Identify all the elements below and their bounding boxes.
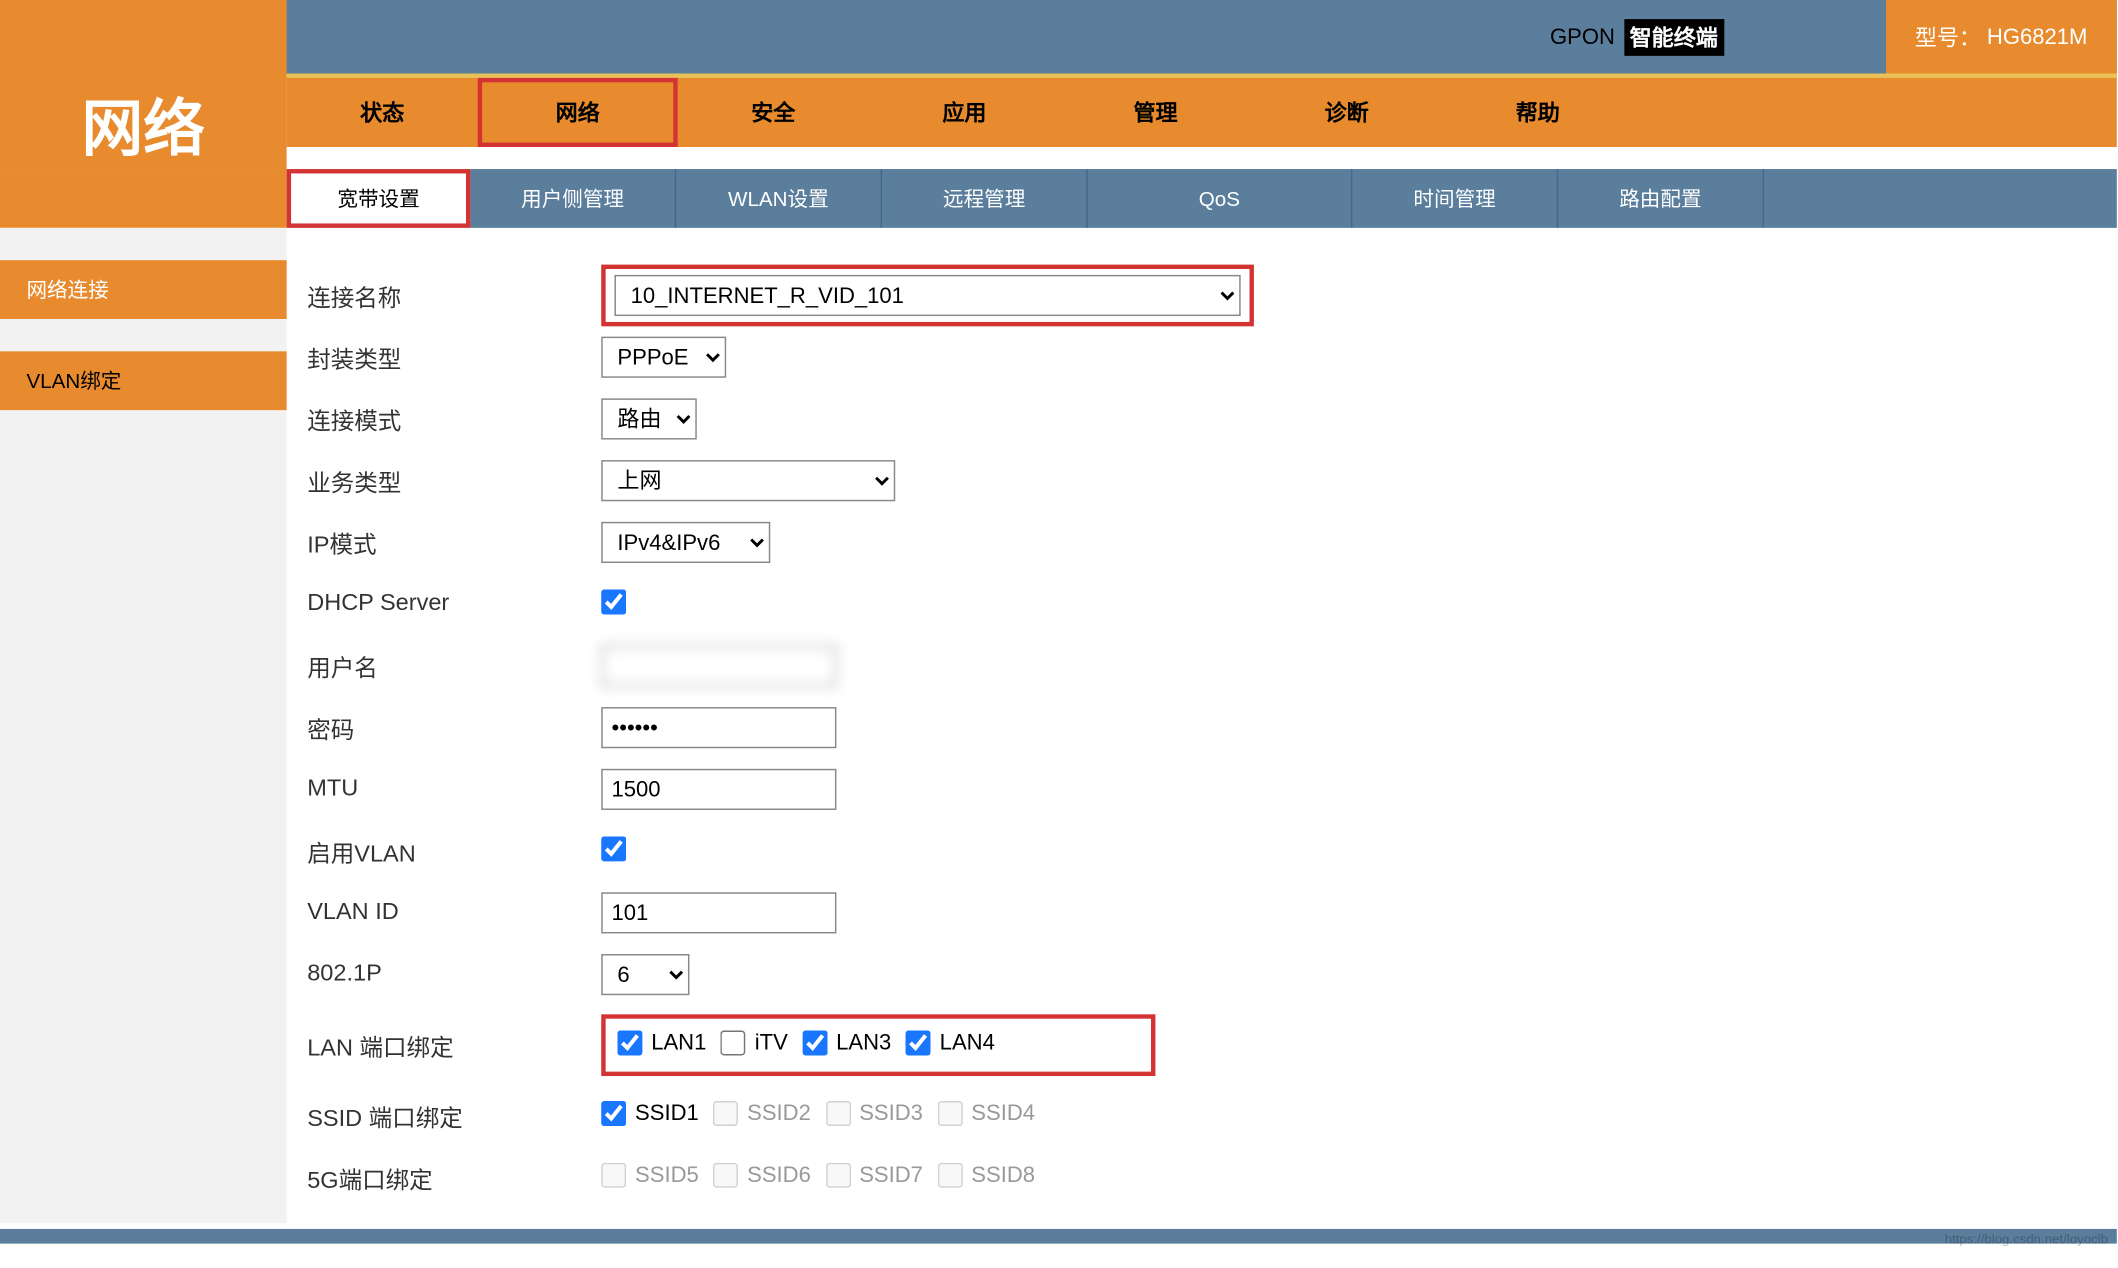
checkbox-itv[interactable] (721, 1030, 746, 1055)
checkbox-ssid7 (825, 1163, 850, 1188)
highlight-conn-name: 10_INTERNET_R_VID_101 (601, 265, 1254, 327)
content: 连接名称 10_INTERNET_R_VID_101 封装类型 PPPoE 连接… (287, 228, 2117, 1223)
label-ssid1: SSID1 (635, 1101, 699, 1126)
input-password[interactable] (601, 707, 836, 748)
label-ssid4: SSID4 (971, 1101, 1035, 1126)
label-mtu: MTU (307, 776, 601, 802)
label-password: 密码 (307, 710, 601, 745)
sub-left (0, 169, 287, 228)
label-dhcp: DHCP Server (307, 591, 601, 617)
model-label: 型号： (1915, 21, 1981, 52)
model-box: 型号： HG6821M (1885, 0, 2116, 74)
checkbox-lan4[interactable] (906, 1030, 931, 1055)
tab-status[interactable]: 状态 (287, 78, 478, 147)
logo-strip (0, 0, 287, 74)
tab-manage[interactable]: 管理 (1060, 78, 1251, 147)
select-ip-mode[interactable]: IPv4&IPv6 (601, 522, 770, 563)
label-ip-mode: IP模式 (307, 525, 601, 560)
checkbox-vlan-enable[interactable] (601, 836, 626, 861)
model-value: HG6821M (1987, 24, 2088, 49)
label-ssid7: SSID7 (859, 1163, 923, 1188)
label-ssid8: SSID8 (971, 1163, 1035, 1188)
device-cn: 智能终端 (1624, 18, 1724, 55)
input-mtu[interactable] (601, 769, 836, 810)
footer-bar: https://blog.csdn.net/loyoclb (0, 1229, 2117, 1244)
sidebar-item-conn[interactable]: 网络连接 (0, 260, 287, 319)
select-conn-mode[interactable]: 路由 (601, 398, 697, 439)
main-tabs: 状态 网络 安全 应用 管理 诊断 帮助 (287, 74, 2117, 148)
header-bar: GPON智能终端 型号： HG6821M (0, 0, 2117, 74)
label-ssid6: SSID6 (747, 1163, 811, 1188)
sidebar: 网络连接 VLAN绑定 (0, 228, 287, 1223)
subtab-lan[interactable]: 用户侧管理 (470, 169, 676, 228)
tab-security[interactable]: 安全 (678, 78, 869, 147)
subtab-wan[interactable]: 宽带设置 (287, 169, 471, 228)
select-conn-name[interactable]: 10_INTERNET_R_VID_101 (614, 275, 1240, 316)
label-ssid5: SSID5 (635, 1163, 699, 1188)
subtab-remote[interactable]: 远程管理 (882, 169, 1088, 228)
checkbox-ssid8 (937, 1163, 962, 1188)
label-username: 用户名 (307, 648, 601, 683)
label-conn-mode: 连接模式 (307, 401, 601, 436)
subtab-qos[interactable]: QoS (1088, 169, 1353, 228)
select-encap[interactable]: PPPoE (601, 337, 726, 378)
device-info: GPON智能终端 型号： HG6821M (1541, 0, 2117, 74)
label-5g-bind: 5G端口绑定 (307, 1160, 601, 1195)
checkbox-ssid3 (825, 1101, 850, 1126)
tab-network[interactable]: 网络 (478, 78, 678, 147)
sidebar-item-vlan[interactable]: VLAN绑定 (0, 351, 287, 410)
checkbox-lan3[interactable] (802, 1030, 827, 1055)
page-title: 网络 (0, 74, 287, 170)
label-vlan-id: VLAN ID (307, 900, 601, 926)
label-biz-type: 业务类型 (307, 463, 601, 498)
label-lan1: LAN1 (651, 1030, 706, 1055)
label-lan4: LAN4 (940, 1030, 995, 1055)
select-8021p[interactable]: 6 (601, 954, 689, 995)
label-8021p: 802.1P (307, 961, 601, 987)
checkbox-ssid4 (937, 1101, 962, 1126)
checkbox-ssid5 (601, 1163, 626, 1188)
checkbox-dhcp[interactable] (601, 589, 626, 614)
input-username[interactable] (601, 645, 836, 686)
device-prefix: GPON (1541, 24, 1624, 49)
input-vlan-id[interactable] (601, 892, 836, 933)
label-encap: 封装类型 (307, 340, 601, 375)
label-itv: iTV (755, 1030, 788, 1055)
subtab-wlan[interactable]: WLAN设置 (676, 169, 882, 228)
label-ssid-bind: SSID 端口绑定 (307, 1098, 601, 1133)
highlight-lan-bind: LAN1 iTV LAN3 LAN4 (601, 1014, 1155, 1076)
label-vlan-enable: 启用VLAN (307, 833, 601, 868)
label-ssid3: SSID3 (859, 1101, 923, 1126)
checkbox-lan1[interactable] (617, 1030, 642, 1055)
label-conn-name: 连接名称 (307, 278, 601, 313)
label-ssid2: SSID2 (747, 1101, 811, 1126)
watermark: https://blog.csdn.net/loyoclb (1945, 1232, 2108, 1247)
tab-help[interactable]: 帮助 (1442, 78, 1633, 147)
sub-tabs: 宽带设置 用户侧管理 WLAN设置 远程管理 QoS 时间管理 路由配置 (287, 169, 2117, 228)
select-biz-type[interactable]: 上网 (601, 460, 895, 501)
subtab-route[interactable]: 路由配置 (1558, 169, 1764, 228)
label-lan3: LAN3 (836, 1030, 891, 1055)
tab-diag[interactable]: 诊断 (1251, 78, 1442, 147)
tab-app[interactable]: 应用 (869, 78, 1060, 147)
checkbox-ssid2 (713, 1101, 738, 1126)
label-lan-bind: LAN 端口绑定 (307, 1028, 601, 1063)
subtab-time[interactable]: 时间管理 (1352, 169, 1558, 228)
checkbox-ssid1[interactable] (601, 1101, 626, 1126)
checkbox-ssid6 (713, 1163, 738, 1188)
